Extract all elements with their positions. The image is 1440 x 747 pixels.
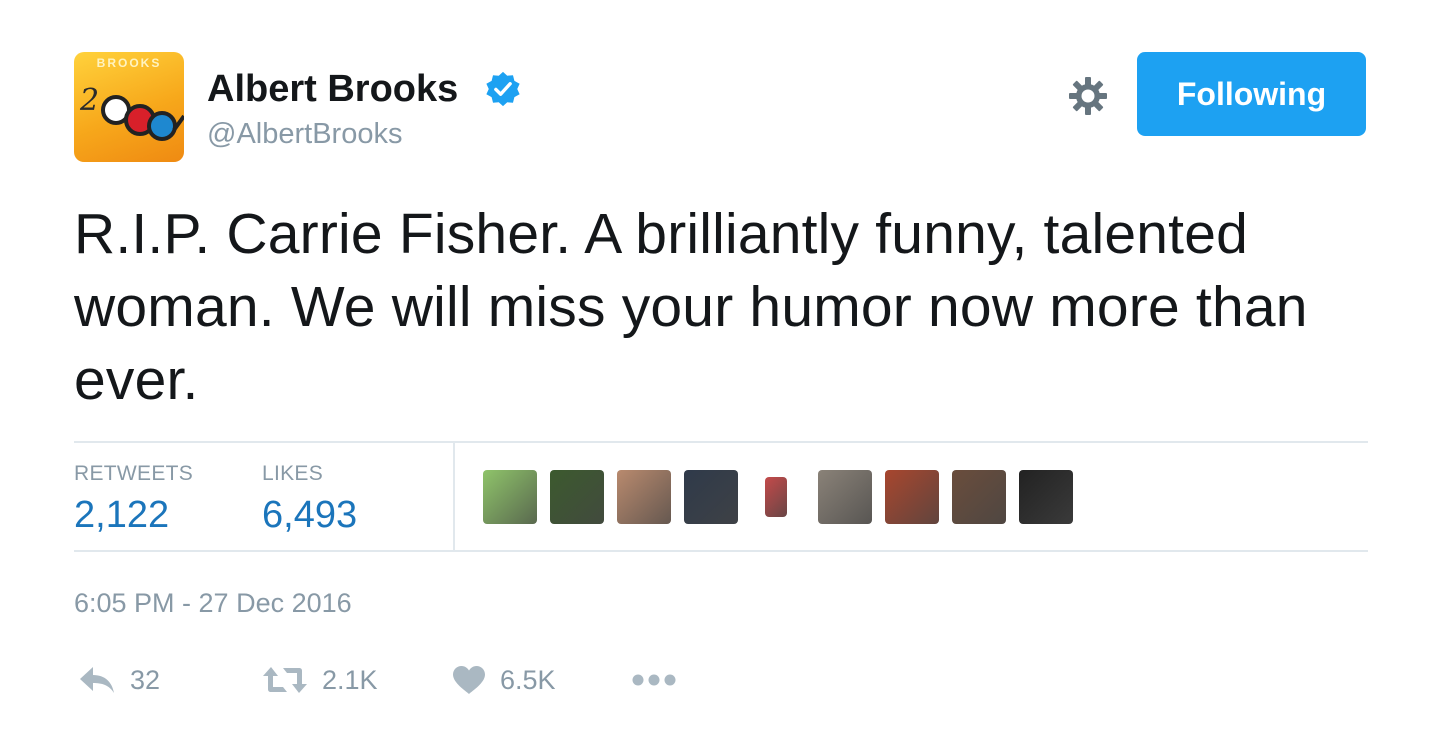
more-actions-button[interactable]: [631, 660, 677, 700]
liker-avatar[interactable]: [483, 470, 537, 524]
liker-avatar[interactable]: [550, 470, 604, 524]
reply-icon: [80, 667, 114, 693]
liker-avatar[interactable]: [765, 477, 787, 517]
more-dots-icon: [632, 674, 676, 686]
retweets-label: RETWEETS: [74, 462, 194, 485]
tweet-timestamp[interactable]: 6:05 PM - 27 Dec 2016: [74, 588, 352, 619]
liker-avatar[interactable]: [818, 470, 872, 524]
reply-count: 32: [130, 664, 161, 695]
following-button[interactable]: Following: [1137, 52, 1366, 136]
divider-top: [74, 441, 1368, 443]
display-name[interactable]: Albert Brooks: [207, 68, 458, 111]
tweet-text: R.I.P. Carrie Fisher. A brilliantly funn…: [74, 202, 1308, 412]
retweet-button[interactable]: 2.1K: [262, 660, 378, 700]
glasses-logo-icon: 2: [79, 83, 184, 141]
verified-badge-icon: [486, 71, 520, 107]
tweet-card: BROOKS 2 Albert Brooks @AlbertBrooks Fol…: [0, 0, 1440, 747]
liker-avatar[interactable]: [885, 470, 939, 524]
likes-label: LIKES: [262, 462, 324, 485]
reply-button[interactable]: 32: [78, 660, 160, 700]
liker-avatar[interactable]: [617, 470, 671, 524]
likes-count[interactable]: 6,493: [262, 494, 357, 537]
retweet-icon: [263, 667, 307, 693]
stats-divider: [453, 443, 455, 550]
like-count: 6.5K: [500, 664, 556, 695]
retweets-count[interactable]: 2,122: [74, 494, 169, 537]
liker-avatar[interactable]: [952, 470, 1006, 524]
like-button[interactable]: 6.5K: [452, 660, 556, 700]
retweet-count: 2.1K: [322, 664, 378, 695]
user-handle[interactable]: @AlbertBrooks: [207, 118, 402, 151]
heart-icon: [453, 666, 485, 694]
liker-avatar[interactable]: [1019, 470, 1073, 524]
svg-text:2: 2: [79, 83, 99, 118]
divider-bottom: [74, 550, 1368, 552]
avatar[interactable]: BROOKS 2: [74, 52, 184, 162]
gear-icon[interactable]: [1066, 74, 1110, 118]
liker-avatar[interactable]: [684, 470, 738, 524]
